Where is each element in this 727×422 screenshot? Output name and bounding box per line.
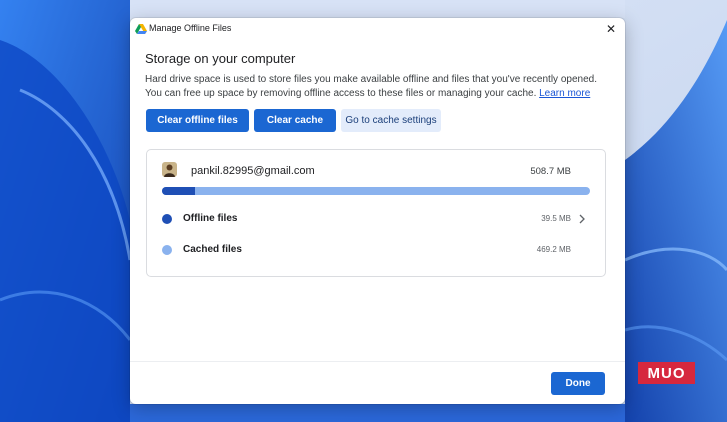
offline-files-row[interactable]: Offline files 39.5 MB xyxy=(147,208,605,230)
chevron-right-icon xyxy=(579,214,585,224)
avatar xyxy=(162,162,177,177)
offline-files-size: 39.5 MB xyxy=(541,214,571,223)
cached-files-size: 469.2 MB xyxy=(536,245,571,254)
cache-settings-button[interactable]: Go to cache settings xyxy=(341,109,441,132)
muo-watermark: MUO xyxy=(638,362,695,384)
footer-divider xyxy=(130,361,625,362)
account-storage-card: pankil.82995@gmail.com 508.7 MB Offline … xyxy=(146,149,606,277)
account-email: pankil.82995@gmail.com xyxy=(191,165,315,177)
google-drive-icon xyxy=(135,24,147,34)
offline-usage-fill xyxy=(162,187,196,195)
clear-offline-files-button[interactable]: Clear offline files xyxy=(146,109,249,132)
storage-usage-bar xyxy=(162,187,590,195)
dialog-titlebar: Manage Offline Files ✕ xyxy=(130,18,625,40)
storage-heading: Storage on your computer xyxy=(145,51,296,66)
storage-description: Hard drive space is used to store files … xyxy=(145,73,610,101)
cached-files-row: Cached files 469.2 MB xyxy=(147,239,605,261)
cached-files-label: Cached files xyxy=(183,244,242,255)
done-button[interactable]: Done xyxy=(551,372,605,395)
close-button[interactable]: ✕ xyxy=(603,21,619,37)
dialog-title: Manage Offline Files xyxy=(149,23,232,33)
offline-files-dot xyxy=(162,214,172,224)
manage-offline-files-dialog: Manage Offline Files ✕ Storage on your c… xyxy=(130,18,625,404)
close-icon: ✕ xyxy=(605,22,617,36)
account-total-size: 508.7 MB xyxy=(530,166,571,177)
learn-more-link[interactable]: Learn more xyxy=(539,88,590,99)
cached-files-dot xyxy=(162,245,172,255)
offline-files-label: Offline files xyxy=(183,213,238,224)
clear-cache-button[interactable]: Clear cache xyxy=(254,109,336,132)
description-text: Hard drive space is used to store files … xyxy=(145,74,597,99)
